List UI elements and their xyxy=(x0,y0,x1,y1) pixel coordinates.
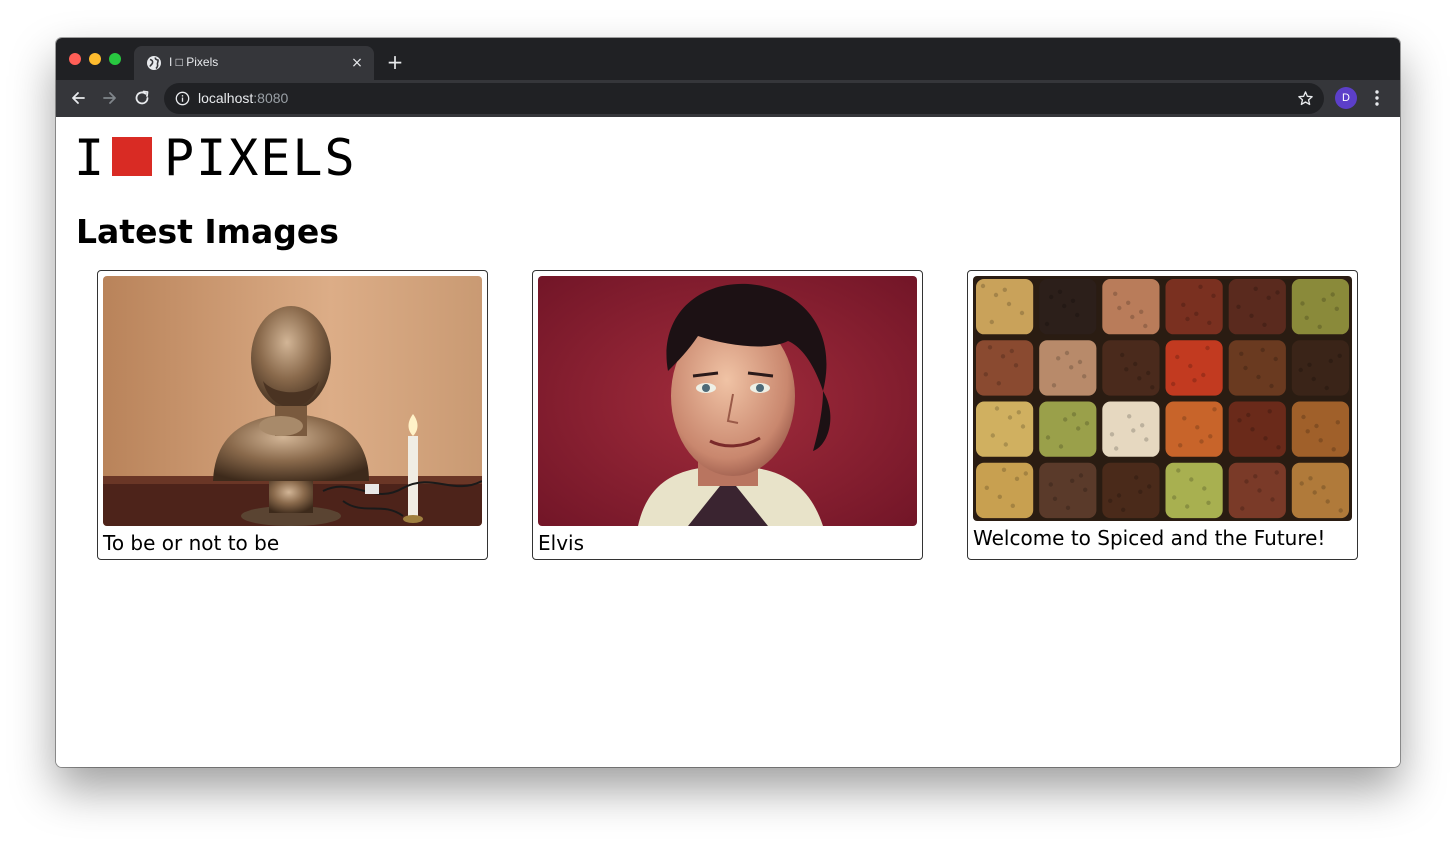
bookmark-star-icon[interactable] xyxy=(1297,90,1314,107)
image-card[interactable]: To be or not to be xyxy=(97,270,488,560)
image-caption: To be or not to be xyxy=(103,531,280,555)
logo-letter-i: I xyxy=(74,129,107,187)
tab-title: I □ Pixels xyxy=(169,55,219,69)
info-icon[interactable] xyxy=(175,91,190,106)
image-card[interactable]: Elvis xyxy=(532,270,923,560)
maximize-window-button[interactable] xyxy=(109,53,121,65)
profile-avatar[interactable]: D xyxy=(1335,87,1357,109)
image-caption: Elvis xyxy=(538,531,585,555)
reload-icon[interactable] xyxy=(132,88,152,108)
close-window-button[interactable] xyxy=(69,53,81,65)
browser-tab[interactable]: I □ Pixels × xyxy=(134,46,374,80)
elvis-portrait-photo[interactable] xyxy=(538,276,917,526)
close-tab-icon[interactable]: × xyxy=(348,54,366,72)
browser-toolbar: localhost:8080 D xyxy=(56,80,1400,117)
tab-strip: I □ Pixels × + xyxy=(56,38,1400,80)
forward-arrow-icon[interactable] xyxy=(100,88,120,108)
image-card[interactable]: Welcome to Spiced and the Future! xyxy=(967,270,1358,560)
shakespeare-bust-photo[interactable] xyxy=(103,276,482,526)
minimize-window-button[interactable] xyxy=(89,53,101,65)
address-bar[interactable]: localhost:8080 xyxy=(164,83,1324,114)
image-caption: Welcome to Spiced and the Future! xyxy=(973,526,1326,550)
back-arrow-icon[interactable] xyxy=(68,88,88,108)
url-text: localhost:8080 xyxy=(198,90,288,106)
logo-word: PIXELS xyxy=(164,129,357,187)
logo-pixel-square xyxy=(112,137,152,176)
more-menu-icon[interactable] xyxy=(1370,89,1384,107)
browser-window: I □ Pixels × + localhost:8080 D I PIXELS… xyxy=(56,38,1400,767)
new-tab-button[interactable]: + xyxy=(384,51,406,73)
url-port: :8080 xyxy=(253,90,289,106)
globe-icon xyxy=(147,56,161,70)
page-viewport: I PIXELS Latest Images To be or not to b… xyxy=(56,117,1400,767)
url-host: localhost xyxy=(198,90,254,106)
spices-grid-photo[interactable] xyxy=(973,276,1352,521)
page-title: Latest Images xyxy=(76,212,339,251)
